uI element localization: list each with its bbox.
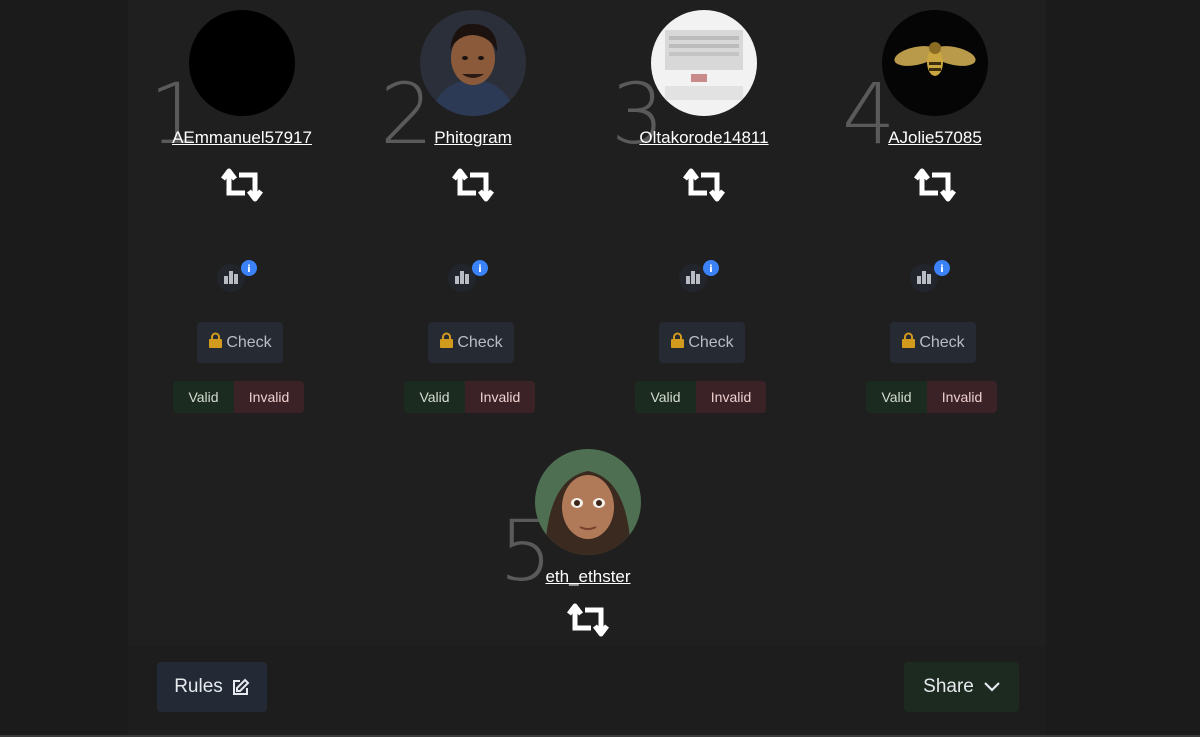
rules-button[interactable]: Rules — [157, 662, 267, 712]
invalid-button[interactable]: Invalid — [465, 381, 535, 413]
valid-button[interactable]: Valid — [866, 381, 927, 413]
avatar[interactable] — [420, 10, 526, 116]
stats-icon[interactable]: i — [679, 258, 719, 294]
invalid-button[interactable]: Invalid — [696, 381, 766, 413]
retweet-icon[interactable] — [679, 167, 729, 203]
username-link[interactable]: Phitogram — [358, 128, 588, 148]
validity-group: Valid Invalid — [173, 381, 304, 413]
chevron-down-icon — [984, 682, 1000, 692]
invalid-button[interactable]: Invalid — [927, 381, 997, 413]
avatar[interactable] — [651, 10, 757, 116]
svg-text:i: i — [247, 264, 250, 275]
share-button[interactable]: Share — [904, 662, 1019, 712]
valid-button[interactable]: Valid — [635, 381, 696, 413]
player-card-3: 3 Oltakorode14811 i Check Valid Invalid — [589, 10, 819, 420]
validity-group: Valid Invalid — [866, 381, 997, 413]
svg-text:i: i — [709, 264, 712, 275]
check-button[interactable]: Check — [428, 322, 514, 363]
valid-button[interactable]: Valid — [404, 381, 465, 413]
lock-icon — [439, 332, 454, 353]
valid-button[interactable]: Valid — [173, 381, 234, 413]
svg-text:i: i — [940, 264, 943, 275]
username-link[interactable]: Oltakorode14811 — [589, 128, 819, 148]
username-link[interactable]: AJolie57085 — [820, 128, 1050, 148]
check-label: Check — [688, 333, 734, 351]
validity-group: Valid Invalid — [635, 381, 766, 413]
retweet-icon[interactable] — [217, 167, 267, 203]
check-button[interactable]: Check — [197, 322, 283, 363]
retweet-icon[interactable] — [563, 602, 613, 638]
share-label: Share — [923, 676, 974, 697]
check-button[interactable]: Check — [890, 322, 976, 363]
stats-icon[interactable]: i — [217, 258, 257, 294]
player-card-1: 1 AEmmanuel57917 i Check Valid Invalid — [127, 10, 357, 420]
username-link[interactable]: AEmmanuel57917 — [127, 128, 357, 148]
validity-group: Valid Invalid — [404, 381, 535, 413]
check-label: Check — [226, 333, 272, 351]
stats-icon[interactable]: i — [448, 258, 488, 294]
svg-text:i: i — [478, 264, 481, 275]
check-label: Check — [457, 333, 503, 351]
rules-label: Rules — [174, 676, 223, 697]
stats-icon[interactable]: i — [910, 258, 950, 294]
avatar[interactable] — [189, 10, 295, 116]
retweet-icon[interactable] — [448, 167, 498, 203]
avatar[interactable] — [882, 10, 988, 116]
lock-icon — [670, 332, 685, 353]
lock-icon — [901, 332, 916, 353]
edit-icon — [231, 678, 250, 697]
username-link[interactable]: eth_ethster — [473, 567, 703, 587]
invalid-button[interactable]: Invalid — [234, 381, 304, 413]
check-button[interactable]: Check — [659, 322, 745, 363]
player-card-5: 5 eth_ethster — [473, 449, 703, 649]
retweet-icon[interactable] — [910, 167, 960, 203]
avatar[interactable] — [535, 449, 641, 555]
player-card-2: 2 Phitogram i Check Valid Invalid — [358, 10, 588, 420]
check-label: Check — [919, 333, 965, 351]
lock-icon — [208, 332, 223, 353]
player-card-4: 4 AJolie57085 i Check Valid Invalid — [820, 10, 1050, 420]
